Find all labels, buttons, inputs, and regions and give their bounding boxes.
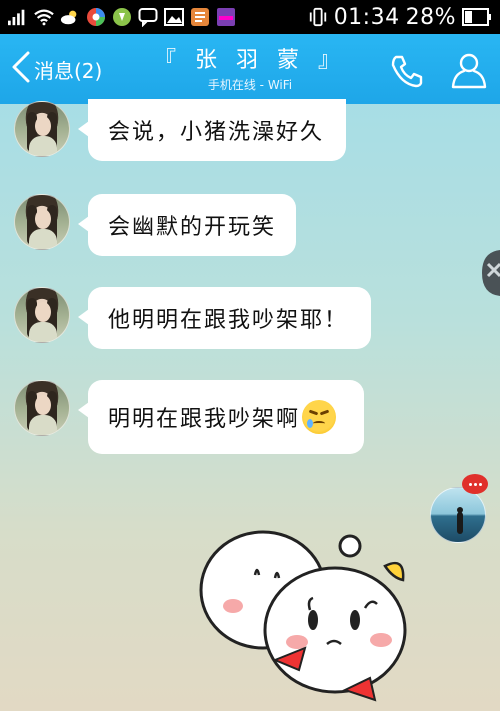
status-icons-right: 01:34 28%	[308, 5, 492, 30]
message-text: 会说，小猪洗澡好久	[108, 120, 325, 145]
message-bubble[interactable]: 会幽默的开玩笑	[78, 194, 296, 256]
status-time: 01:34	[333, 4, 400, 30]
weather-icon	[60, 7, 80, 27]
chat-title-block[interactable]: 『 张 羽 蒙 』 手机在线 - WiFi	[150, 42, 350, 93]
message-bubble[interactable]: 明明在跟我吵架啊	[78, 380, 364, 454]
message-bubble[interactable]: 会说，小猪洗澡好久	[78, 99, 346, 161]
image-icon	[164, 7, 184, 27]
message-bubble[interactable]: 他明明在跟我吵架耶！	[78, 287, 371, 349]
side-panel-handle[interactable]	[478, 246, 500, 300]
app-icon	[112, 7, 132, 27]
nav-bar: 消息(2) 『 张 羽 蒙 』 手机在线 - WiFi	[0, 34, 500, 104]
chat-icon	[138, 7, 158, 27]
message-row: 他明明在跟我吵架耶！	[0, 285, 500, 353]
chat-title: 『 张 羽 蒙 』	[154, 48, 346, 73]
message-row: 会幽默的开玩笑	[0, 192, 500, 260]
message-text: 明明在跟我吵架啊	[108, 407, 301, 432]
message-row: 明明在跟我吵架啊	[0, 378, 500, 454]
message-row: 会说，小猪洗澡好久	[0, 99, 500, 167]
vibrate-icon	[308, 7, 328, 27]
app-icon	[190, 7, 210, 27]
message-text: 会幽默的开玩笑	[108, 215, 277, 240]
battery-icon	[462, 7, 492, 27]
contact-avatar[interactable]	[14, 194, 70, 250]
contact-avatar[interactable]	[14, 101, 70, 157]
status-bar: 01:34 28%	[0, 0, 500, 34]
cartoon-sticker-image[interactable]	[195, 520, 410, 711]
online-status: 手机在线 - WiFi	[207, 78, 293, 92]
contact-avatar[interactable]	[14, 287, 70, 343]
chevron-left-icon	[10, 50, 32, 88]
back-label: 消息(2)	[34, 58, 103, 83]
contact-avatar[interactable]	[14, 380, 70, 436]
back-button[interactable]: 消息(2)	[10, 48, 102, 90]
status-icons-left	[8, 7, 236, 27]
wifi-icon	[34, 7, 54, 27]
app-icon	[86, 7, 106, 27]
profile-button[interactable]	[448, 49, 490, 91]
signal-icon	[8, 7, 28, 27]
more-dots-badge[interactable]	[462, 474, 488, 494]
battery-percent: 28%	[405, 4, 456, 30]
message-text: 他明明在跟我吵架耶！	[108, 308, 349, 333]
phone-icon	[391, 55, 423, 88]
close-icon	[482, 250, 500, 296]
app-icon	[216, 7, 236, 27]
person-icon	[451, 53, 487, 89]
phone-call-button[interactable]	[387, 51, 427, 91]
floating-chat-head[interactable]	[430, 487, 486, 543]
crying-emoji-icon	[302, 400, 337, 434]
